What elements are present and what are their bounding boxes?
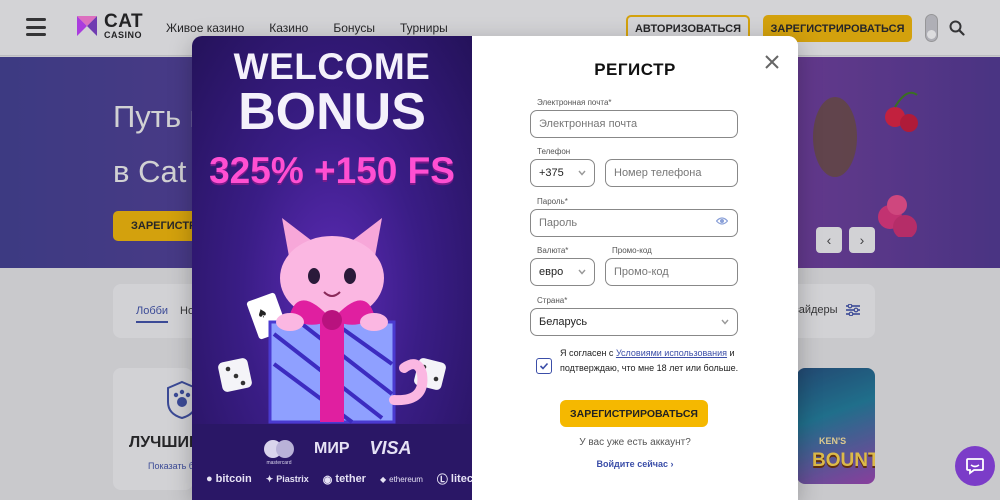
check-icon (539, 362, 549, 370)
phone-code-select[interactable]: +375 (530, 159, 595, 187)
password-field[interactable] (530, 209, 738, 237)
tether-logo: ◉ tether (322, 473, 366, 486)
promo-code-field[interactable] (605, 258, 738, 286)
bitcoin-icon: ● (206, 473, 213, 485)
litecoin-icon: Ⓛ (436, 474, 448, 486)
email-label: Электронная почта* (537, 98, 612, 107)
country-label: Страна* (537, 296, 568, 305)
chevron-right-icon: › (670, 459, 674, 469)
terms-checkbox[interactable] (536, 358, 552, 374)
chevron-down-icon (578, 170, 586, 176)
mir-logo: МИР (314, 439, 350, 457)
cat-gift-illustration: ♠ (218, 218, 446, 424)
login-now-link[interactable]: Войдите сейчас › (472, 459, 798, 469)
chevron-down-icon (578, 269, 586, 275)
currency-value: евро (539, 266, 564, 278)
terms-text: Я согласен с Условиями использования и п… (560, 348, 739, 373)
promo-code-label: Промо-код (612, 246, 652, 255)
country-value: Беларусь (539, 316, 588, 328)
piastrix-logo: ✦ Piastrix (265, 473, 309, 485)
phone-code-value: +375 (539, 167, 564, 179)
phone-field[interactable] (605, 159, 738, 187)
submit-register-button[interactable]: ЗАРЕГИСТРИРОВАТЬСЯ (560, 400, 708, 427)
ethereum-logo: ◆ ethereum (379, 474, 423, 484)
ethereum-icon: ◆ (379, 474, 387, 484)
registration-form: РЕГИСТР Электронная почта* Телефон +375 … (472, 36, 798, 500)
bitcoin-logo: ● bitcoin (206, 473, 252, 485)
have-account-text: У вас уже есть аккаунт? (579, 437, 691, 448)
tether-icon: ◉ (322, 473, 333, 486)
litecoin-logo: Ⓛlitecoin (436, 473, 472, 486)
terms-link[interactable]: Условиями использования (616, 348, 727, 358)
password-label: Пароль* (537, 197, 568, 206)
chevron-down-icon (721, 319, 729, 325)
close-icon[interactable] (764, 54, 780, 70)
form-title: РЕГИСТР (594, 60, 676, 79)
bonus-amount: 325% +150 FS (209, 150, 455, 191)
chat-button[interactable] (955, 446, 995, 486)
piastrix-icon: ✦ (265, 473, 274, 484)
currency-label: Валюта* (537, 246, 569, 255)
email-field[interactable] (530, 110, 738, 138)
visa-logo: VISA (369, 438, 412, 458)
welcome-text: WELCOME (233, 46, 431, 87)
country-select[interactable]: Беларусь (530, 308, 738, 336)
phone-label: Телефон (537, 147, 571, 156)
bonus-text: BONUS (238, 83, 426, 141)
payment-methods: mastercard МИР VISA ● bitcoin ✦ Piastrix ◉… (192, 424, 472, 500)
eye-icon[interactable] (716, 216, 728, 226)
registration-modal: WELCOME BONUS 325% +150 FS ♠ mastercard … (192, 36, 798, 500)
chat-icon (966, 458, 984, 475)
mastercard-logo: mastercard (264, 439, 294, 466)
welcome-bonus-panel: WELCOME BONUS 325% +150 FS ♠ mastercard … (192, 36, 472, 500)
currency-select[interactable]: евро (530, 258, 595, 286)
